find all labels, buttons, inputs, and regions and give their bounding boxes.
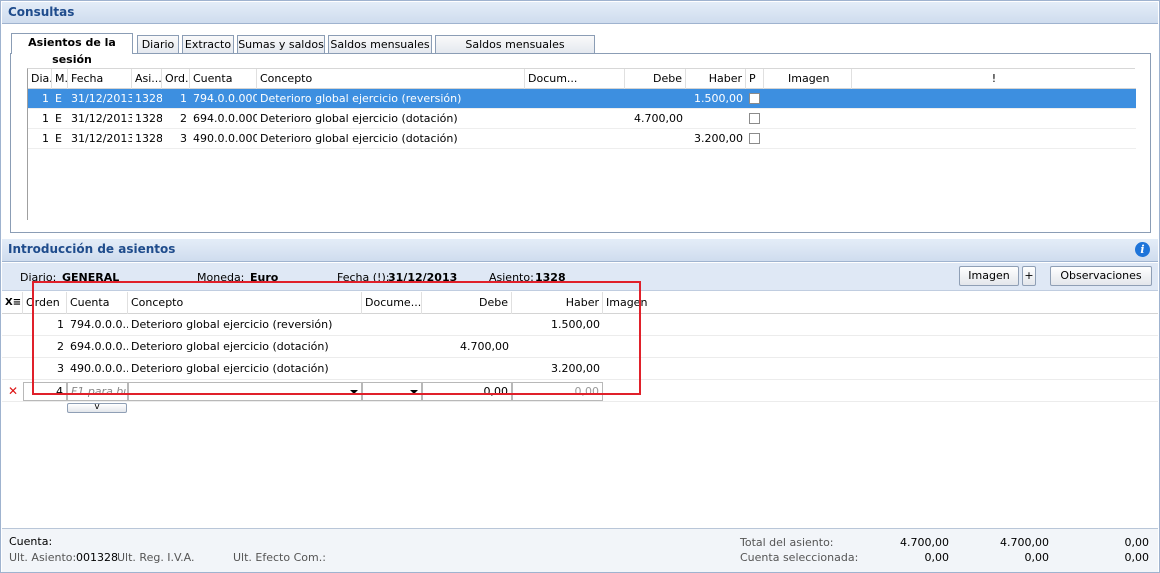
col-alert[interactable]: ! xyxy=(852,69,1136,89)
accounting-window: Consultas Asientos de la sesión Diario E… xyxy=(0,0,1160,573)
ult-asiento-label: Ult. Asiento: xyxy=(9,551,77,564)
ult-efecto-label: Ult. Efecto Com.: xyxy=(233,551,326,564)
haber-field[interactable]: 0,00 xyxy=(512,382,603,401)
posted-checkbox[interactable] xyxy=(749,133,760,144)
cuenta-label: Cuenta: xyxy=(9,535,53,548)
documento-dropdown[interactable] xyxy=(362,382,422,401)
expand-button[interactable]: v xyxy=(67,403,127,413)
col-orden[interactable]: Orden xyxy=(23,292,67,314)
tab-diario[interactable]: Diario xyxy=(137,35,179,53)
total-haber: 4.700,00 xyxy=(1000,536,1049,549)
entry-info-bar: Diario: GENERAL Moneda: Euro Fecha (!): … xyxy=(2,263,1158,291)
status-footer: Cuenta: Ult. Asiento: 001328 Ult. Reg. I… xyxy=(2,528,1158,572)
orden-field[interactable]: 4 xyxy=(23,382,67,401)
consultas-tab-body: Dia... M... Fecha Asi... Ord... Cuenta C… xyxy=(10,53,1151,233)
imagen-button[interactable]: Imagen xyxy=(959,266,1019,286)
ult-reg-iva-label: Ult. Reg. I.V.A. xyxy=(117,551,195,564)
col-dia[interactable]: Dia... xyxy=(28,69,52,89)
seleccionada-saldo: 0,00 xyxy=(1124,551,1150,564)
tab-saldos-mensuales-columnas[interactable]: Saldos mensuales (columnas) xyxy=(435,35,595,68)
table-row[interactable]: 1 E 31/12/2013 1328 2 694.0.0.000... Det… xyxy=(28,109,1136,129)
col-docum[interactable]: Docum... xyxy=(525,69,625,89)
diario-value: GENERAL xyxy=(62,271,120,284)
col-ord[interactable]: Ord... xyxy=(162,69,190,89)
ult-asiento-value: 001328 xyxy=(76,551,118,564)
tab-saldos-mensuales[interactable]: Saldos mensuales xyxy=(328,35,432,53)
seleccionada-label: Cuenta seleccionada: xyxy=(740,551,859,564)
total-label: Total del asiento: xyxy=(740,536,834,549)
diario-label: Diario: xyxy=(20,271,57,284)
asiento-label: Asiento: xyxy=(489,271,534,284)
grid-header: X≡ Orden Cuenta Concepto Docume... Debe … xyxy=(2,292,1158,314)
posted-checkbox[interactable] xyxy=(749,113,760,124)
col-p[interactable]: P xyxy=(746,69,764,89)
info-icon[interactable]: i xyxy=(1135,242,1150,257)
grid-header: Dia... M... Fecha Asi... Ord... Cuenta C… xyxy=(28,69,1136,89)
posted-checkbox[interactable] xyxy=(749,93,760,104)
col-m[interactable]: M... xyxy=(52,69,68,89)
add-image-button[interactable]: + xyxy=(1022,266,1036,286)
cuenta-field[interactable]: F1 para bus xyxy=(67,382,128,401)
seleccionada-haber: 0,00 xyxy=(1024,551,1050,564)
delete-row-icon[interactable]: ✕ xyxy=(5,380,21,402)
seleccionada-debe: 0,00 xyxy=(924,551,950,564)
table-row[interactable]: 3 490.0.0.0... Deterioro global ejercici… xyxy=(2,358,1158,380)
fecha-value: 31/12/2013 xyxy=(388,271,458,284)
col-haber[interactable]: Haber xyxy=(512,292,603,314)
col-concepto[interactable]: Concepto xyxy=(257,69,525,89)
col-cuenta[interactable]: Cuenta xyxy=(67,292,128,314)
col-concepto[interactable]: Concepto xyxy=(128,292,362,314)
debe-field[interactable]: 0,00 xyxy=(422,382,512,401)
chevron-down-icon[interactable] xyxy=(350,390,358,394)
moneda-label: Moneda: xyxy=(197,271,245,284)
consultas-header: Consultas xyxy=(2,2,1158,24)
introduccion-title: Introducción de asientos xyxy=(8,242,176,256)
tab-asientos-sesion[interactable]: Asientos de la sesión xyxy=(11,33,133,66)
tab-sumas-saldos[interactable]: Sumas y saldos xyxy=(237,35,325,53)
moneda-value: Euro xyxy=(250,271,279,284)
col-fecha[interactable]: Fecha xyxy=(68,69,132,89)
table-row[interactable]: 1 E 31/12/2013 1328 1 794.0.0.000... Det… xyxy=(28,89,1136,109)
observaciones-button[interactable]: Observaciones xyxy=(1050,266,1152,286)
session-entries-grid[interactable]: Dia... M... Fecha Asi... Ord... Cuenta C… xyxy=(27,68,1136,220)
col-asi[interactable]: Asi... xyxy=(132,69,162,89)
introduccion-header: Introducción de asientos i xyxy=(2,239,1158,262)
col-haber[interactable]: Haber xyxy=(686,69,746,89)
asiento-value: 1328 xyxy=(535,271,566,284)
col-debe[interactable]: Debe xyxy=(422,292,512,314)
fecha-label: Fecha (!): xyxy=(337,271,390,284)
tab-extracto[interactable]: Extracto xyxy=(182,35,234,53)
col-debe[interactable]: Debe xyxy=(625,69,686,89)
table-row[interactable]: 2 694.0.0.0... Deterioro global ejercici… xyxy=(2,336,1158,358)
chevron-down-icon[interactable] xyxy=(410,390,418,394)
col-cuenta[interactable]: Cuenta xyxy=(190,69,257,89)
new-entry-row[interactable]: ✕ 4 F1 para bus 0,00 0,00 xyxy=(2,380,1158,402)
table-row[interactable]: 1 794.0.0.0... Deterioro global ejercici… xyxy=(2,314,1158,336)
total-debe: 4.700,00 xyxy=(900,536,949,549)
concepto-dropdown[interactable] xyxy=(128,382,362,401)
col-documento[interactable]: Docume... xyxy=(362,292,422,314)
col-imagen[interactable]: Imagen xyxy=(603,292,663,314)
col-imagen[interactable]: Imagen xyxy=(764,69,852,89)
clear-filter-icon[interactable]: X≡ xyxy=(2,292,23,314)
entry-lines-grid[interactable]: X≡ Orden Cuenta Concepto Docume... Debe … xyxy=(2,292,1158,528)
table-row[interactable]: 1 E 31/12/2013 1328 3 490.0.0.000... Det… xyxy=(28,129,1136,149)
total-saldo: 0,00 xyxy=(1124,536,1150,549)
